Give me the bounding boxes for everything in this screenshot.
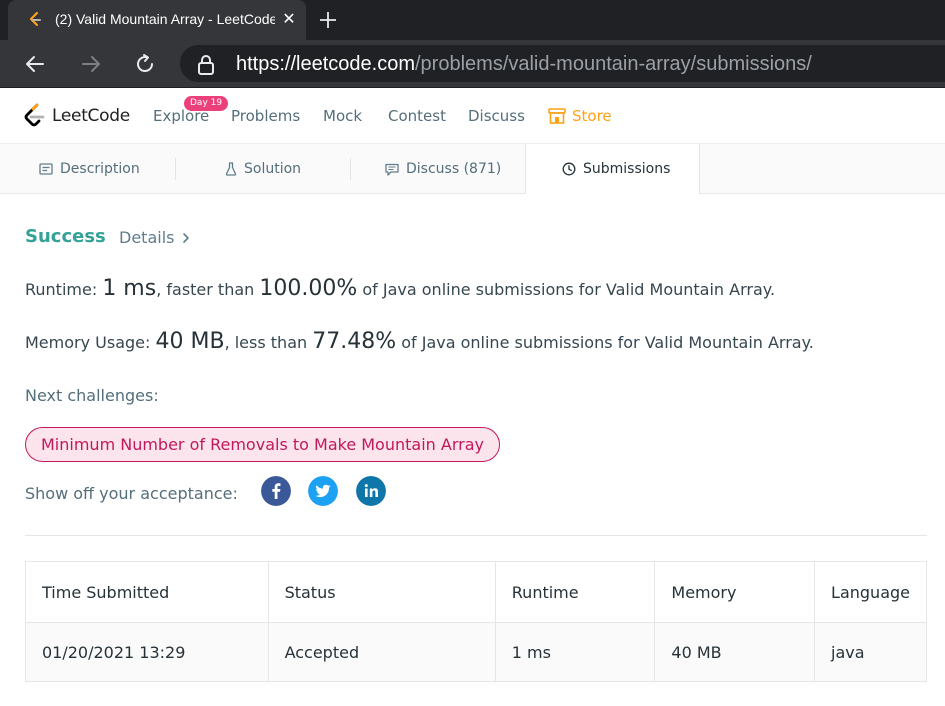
forward-arrow-icon[interactable]: [79, 52, 103, 76]
chevron-right-icon: [183, 232, 190, 243]
browser-tab-title: (2) Valid Mountain Array - LeetCode: [55, 11, 275, 27]
tab-description[interactable]: Description: [0, 144, 176, 194]
tab-solution-label: Solution: [244, 161, 302, 177]
tab-submissions[interactable]: Submissions: [525, 144, 700, 195]
browser-tab[interactable]: (2) Valid Mountain Array - LeetCode ✕: [8, 0, 306, 40]
tab-discuss[interactable]: Discuss (871): [351, 144, 525, 194]
memory-tail: of Java online submissions for Valid Mou…: [401, 333, 814, 352]
share-label: Show off your acceptance:: [25, 484, 238, 503]
details-link[interactable]: Details: [119, 228, 190, 247]
browser-toolbar: https://leetcode.com/problems/valid-moun…: [0, 40, 945, 88]
url-path: /problems/valid-mountain-array/submissio…: [415, 53, 812, 75]
lock-icon[interactable]: [196, 54, 216, 76]
leetcode-logo-icon[interactable]: [22, 102, 46, 130]
cell-runtime: 1 ms: [494, 622, 656, 682]
tab-solution[interactable]: Solution: [176, 144, 350, 194]
nav-contest[interactable]: Contest: [388, 107, 446, 125]
tab-discuss-label: Discuss (871): [406, 161, 502, 177]
header-time-submitted[interactable]: Time Submitted: [25, 561, 269, 623]
submission-result: Success Details Runtime: 1 ms, faster th…: [0, 194, 945, 706]
new-tab-icon[interactable]: [316, 8, 340, 32]
browser-tabstrip: (2) Valid Mountain Array - LeetCode ✕: [0, 0, 945, 40]
nav-problems[interactable]: Problems: [231, 107, 300, 125]
brand-name[interactable]: LeetCode: [52, 106, 130, 126]
comment-icon: [385, 163, 399, 176]
runtime-value: 1 ms: [102, 276, 157, 301]
section-divider: [25, 535, 927, 536]
header-language[interactable]: Language: [814, 561, 927, 623]
result-status: Success: [25, 226, 106, 247]
reload-icon[interactable]: [133, 52, 157, 76]
cell-language: java: [814, 622, 927, 682]
table-row: 01/20/2021 13:29 Accepted 1 ms 40 MB jav…: [25, 622, 927, 682]
memory-stat: Memory Usage: 40 MB, less than 77.48% of…: [25, 329, 814, 354]
memory-value: 40 MB: [155, 329, 225, 354]
header-status[interactable]: Status: [267, 561, 496, 623]
table-header-row: Time Submitted Status Runtime Memory Lan…: [25, 561, 927, 623]
runtime-percentile: 100.00%: [259, 276, 358, 301]
site-navbar: LeetCode Explore Day 19 Problems Mock Co…: [0, 88, 945, 144]
header-runtime[interactable]: Runtime: [494, 561, 656, 623]
memory-label: Memory Usage:: [25, 333, 151, 352]
cell-time-submitted: 01/20/2021 13:29: [25, 622, 269, 682]
nav-store[interactable]: Store: [572, 107, 612, 125]
leetcode-favicon-icon: [29, 11, 41, 27]
twitter-icon[interactable]: [308, 476, 338, 506]
url-host: leetcode.com: [296, 53, 415, 75]
runtime-label: Runtime:: [25, 280, 98, 299]
nav-discuss[interactable]: Discuss: [468, 107, 525, 125]
header-memory[interactable]: Memory: [654, 561, 816, 623]
next-challenge-chip[interactable]: Minimum Number of Removals to Make Mount…: [25, 427, 500, 462]
clock-icon: [562, 162, 576, 176]
back-arrow-icon[interactable]: [23, 52, 47, 76]
nav-mock[interactable]: Mock: [323, 107, 362, 125]
description-icon: [39, 163, 53, 175]
cell-memory: 40 MB: [654, 622, 816, 682]
cell-status-accepted[interactable]: Accepted: [267, 622, 496, 682]
problem-tabs: Description Solution Discuss (871) Submi…: [0, 144, 945, 195]
tab-submissions-label: Submissions: [583, 161, 671, 177]
runtime-tail: of Java online submissions for Valid Mou…: [362, 280, 776, 299]
details-label: Details: [119, 228, 175, 247]
submissions-table: Time Submitted Status Runtime Memory Lan…: [25, 561, 927, 682]
tab-description-label: Description: [60, 161, 140, 177]
explore-day-badge: Day 19: [184, 96, 229, 111]
flask-icon: [225, 162, 237, 176]
linkedin-icon[interactable]: [356, 476, 386, 506]
store-icon[interactable]: [548, 108, 566, 124]
facebook-icon[interactable]: [261, 476, 291, 506]
memory-mid: , less than: [224, 333, 308, 352]
close-icon[interactable]: ✕: [281, 11, 297, 27]
next-challenges-label: Next challenges:: [25, 386, 159, 405]
memory-percentile: 77.48%: [312, 329, 397, 354]
url-scheme: https://: [236, 53, 297, 75]
runtime-stat: Runtime: 1 ms, faster than 100.00% of Ja…: [25, 276, 775, 301]
runtime-mid: , faster than: [156, 280, 255, 299]
url-text[interactable]: https://leetcode.com/problems/valid-moun…: [236, 53, 812, 76]
